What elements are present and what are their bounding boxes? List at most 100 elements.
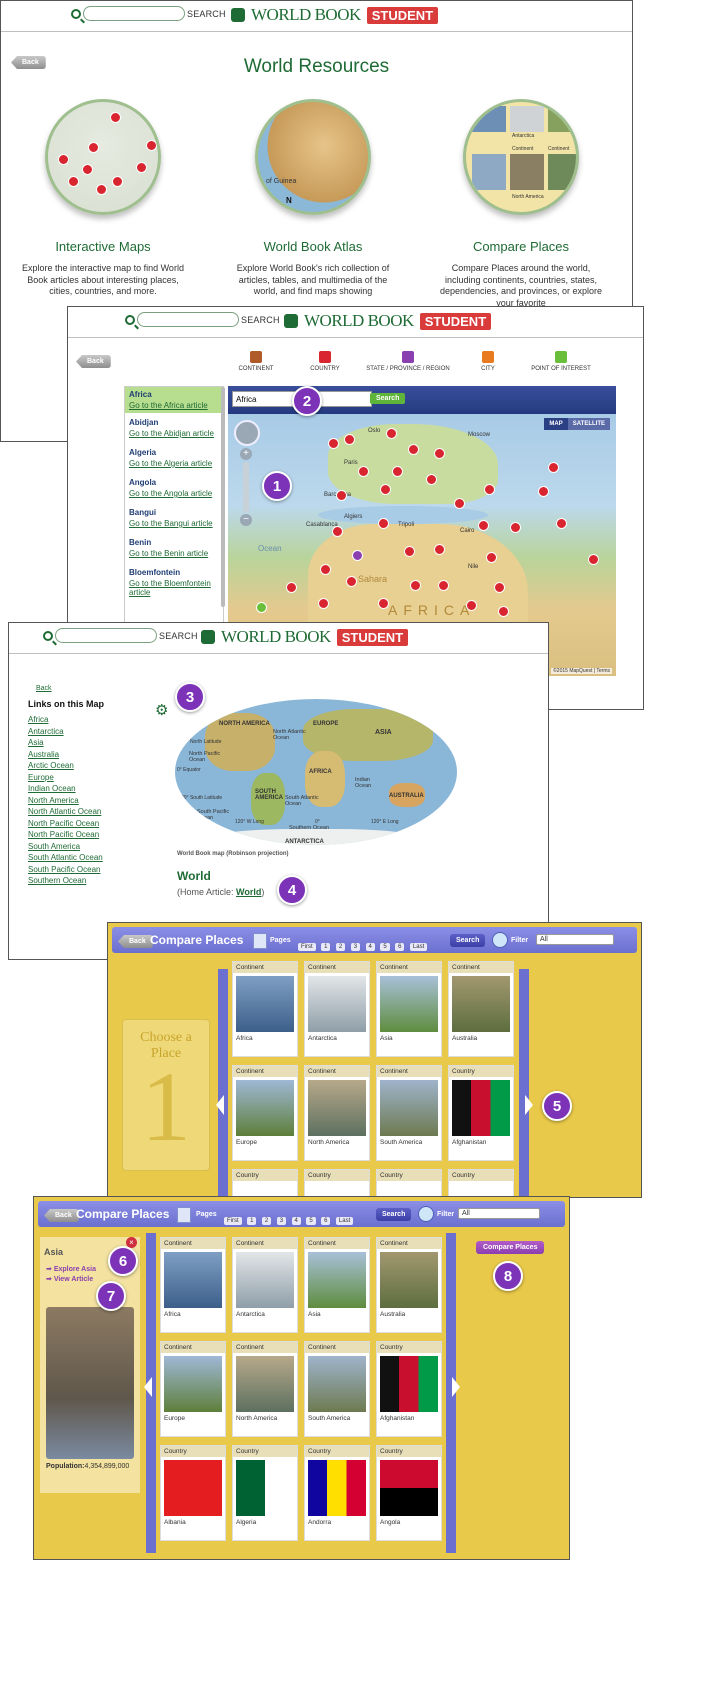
place-card[interactable]: Country Albania — [160, 1445, 226, 1541]
result-item[interactable]: Algeria Go to the Algeria article — [125, 443, 223, 473]
atlas-link[interactable]: South America — [28, 841, 103, 853]
page-button[interactable]: 2 — [261, 1217, 272, 1225]
category-city[interactable]: CITY — [453, 351, 523, 372]
country-pin-icon[interactable] — [438, 580, 449, 591]
result-item[interactable]: Angola Go to the Angola article — [125, 473, 223, 503]
search-input[interactable] — [83, 6, 185, 21]
country-pin-icon[interactable] — [454, 498, 465, 509]
last-page-button[interactable]: Last — [335, 1217, 354, 1225]
result-link[interactable]: Go to the Bangui article — [129, 519, 219, 528]
compare-places-thumbnail[interactable]: Antarctica Continent Continent North Ame… — [463, 99, 579, 215]
place-card[interactable]: Country — [232, 1169, 298, 1197]
country-pin-icon[interactable] — [328, 438, 339, 449]
last-page-button[interactable]: Last — [409, 943, 428, 951]
zoom-slider[interactable] — [243, 462, 249, 512]
page-button[interactable]: 3 — [350, 943, 361, 951]
country-pin-icon[interactable] — [320, 564, 331, 575]
place-card[interactable]: Continent Africa — [232, 961, 298, 1057]
country-pin-icon[interactable] — [332, 526, 343, 537]
country-pin-icon[interactable] — [510, 522, 521, 533]
country-pin-icon[interactable] — [434, 448, 445, 459]
next-page-arrow[interactable] — [452, 1377, 460, 1397]
world-book-logo[interactable]: WORLD BOOK STUDENT — [231, 5, 439, 25]
page-button[interactable]: 5 — [380, 943, 390, 951]
country-pin-icon[interactable] — [344, 434, 355, 445]
place-card[interactable]: Continent North America — [232, 1341, 298, 1437]
compare-places-title[interactable]: Compare Places — [421, 239, 621, 254]
result-item[interactable]: Abidjan Go to the Abidjan article — [125, 413, 223, 443]
result-link[interactable]: Go to the Algeria article — [129, 459, 219, 468]
country-pin-icon[interactable] — [478, 520, 489, 531]
place-card[interactable]: Continent Antarctica — [232, 1237, 298, 1333]
atlas-link[interactable]: North America — [28, 795, 103, 807]
result-link[interactable]: Go to the Benin article — [129, 549, 219, 558]
sidebar-scrollbar[interactable] — [221, 387, 225, 607]
page-button[interactable]: 6 — [321, 1217, 331, 1225]
category-country[interactable]: COUNTRY — [290, 351, 360, 372]
country-pin-icon[interactable] — [378, 518, 389, 529]
page-button[interactable]: 2 — [335, 943, 346, 951]
satellite-view-button[interactable]: SATELLITE — [567, 418, 610, 430]
country-pin-icon[interactable] — [484, 484, 495, 495]
country-pin-icon[interactable] — [380, 484, 391, 495]
result-link[interactable]: Go to the Abidjan article — [129, 429, 219, 438]
country-pin-icon[interactable] — [410, 580, 421, 591]
place-card[interactable]: Country Angola — [376, 1445, 442, 1541]
result-link[interactable]: Go to the Bloemfontein article — [129, 579, 219, 597]
atlas-link[interactable]: Antarctica — [28, 726, 103, 738]
state-pin-icon[interactable] — [352, 550, 363, 561]
back-button[interactable]: Back — [44, 1209, 79, 1222]
interactive-maps-thumbnail[interactable] — [45, 99, 161, 215]
search-label[interactable]: SEARCH — [159, 631, 198, 641]
map-pan-control[interactable] — [234, 420, 260, 446]
atlas-link[interactable]: North Pacific Ocean — [28, 818, 103, 830]
compare-search-button[interactable]: Search — [450, 934, 486, 947]
back-button[interactable]: Back — [118, 935, 153, 948]
atlas-link[interactable]: Australia — [28, 749, 103, 761]
page-button[interactable]: 1 — [321, 943, 331, 951]
result-item[interactable]: Bloemfontein Go to the Bloemfontein arti… — [125, 563, 223, 602]
atlas-thumbnail[interactable]: of Guinea N — [255, 99, 371, 215]
view-article-link[interactable]: ➡ View Article — [46, 1275, 93, 1283]
page-button[interactable]: 4 — [365, 943, 375, 951]
atlas-link[interactable]: Europe — [28, 772, 103, 784]
result-item[interactable]: Benin Go to the Benin article — [125, 533, 223, 563]
search-icon[interactable] — [71, 8, 81, 19]
place-card[interactable]: Continent Australia — [448, 961, 514, 1057]
compare-places-button[interactable]: Compare Places — [476, 1241, 545, 1254]
country-pin-icon[interactable] — [404, 546, 415, 557]
atlas-link[interactable]: North Atlantic Ocean — [28, 806, 103, 818]
world-map[interactable]: NORTH AMERICA EUROPE ASIA AFRICA SOUTH A… — [175, 699, 457, 845]
page-button[interactable]: 4 — [291, 1217, 301, 1225]
place-card[interactable]: Continent Antarctica — [304, 961, 370, 1057]
atlas-link[interactable]: North Pacific Ocean — [28, 829, 103, 841]
search-label[interactable]: SEARCH — [241, 315, 280, 325]
first-page-button[interactable]: First — [224, 1217, 242, 1225]
compare-search-button[interactable]: Search — [376, 1208, 412, 1221]
country-pin-icon[interactable] — [494, 582, 505, 593]
country-pin-icon[interactable] — [548, 462, 559, 473]
country-pin-icon[interactable] — [336, 490, 347, 501]
country-pin-icon[interactable] — [538, 486, 549, 497]
atlas-link[interactable]: South Atlantic Ocean — [28, 852, 103, 864]
place-card[interactable]: Continent Asia — [304, 1237, 370, 1333]
zoom-in-button[interactable]: + — [240, 448, 252, 460]
result-link[interactable]: Go to the Angola article — [129, 489, 219, 498]
interactive-maps-title[interactable]: Interactive Maps — [3, 239, 203, 254]
country-pin-icon[interactable] — [434, 544, 445, 555]
atlas-link[interactable]: Arctic Ocean — [28, 760, 103, 772]
country-pin-icon[interactable] — [386, 428, 397, 439]
place-card[interactable]: Country — [376, 1169, 442, 1197]
country-pin-icon[interactable] — [588, 554, 599, 565]
search-label[interactable]: SEARCH — [187, 9, 226, 19]
result-item[interactable]: Bangui Go to the Bangui article — [125, 503, 223, 533]
map-search-button[interactable]: Search — [370, 393, 406, 404]
page-button[interactable]: 3 — [276, 1217, 287, 1225]
page-button[interactable]: 1 — [247, 1217, 257, 1225]
place-card[interactable]: Country Algeria — [232, 1445, 298, 1541]
country-pin-icon[interactable] — [556, 518, 567, 529]
atlas-link[interactable]: Indian Ocean — [28, 783, 103, 795]
place-card[interactable]: Continent South America — [376, 1065, 442, 1161]
atlas-link[interactable]: Southern Ocean — [28, 875, 103, 887]
result-link[interactable]: Go to the Africa article — [129, 401, 219, 410]
